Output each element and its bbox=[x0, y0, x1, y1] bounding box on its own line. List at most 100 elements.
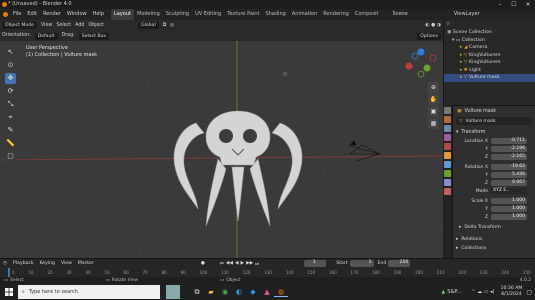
render-tab-icon[interactable] bbox=[444, 116, 451, 123]
world-tab-icon[interactable] bbox=[444, 143, 451, 150]
app-icon[interactable]: ▲ bbox=[260, 288, 274, 296]
task-view-icon[interactable]: ⧉ bbox=[190, 288, 204, 297]
rotation-z-field[interactable]: 0.067 bbox=[491, 179, 527, 187]
timeline-editor-icon[interactable]: ◷ bbox=[0, 261, 10, 266]
measure-tool-icon[interactable]: 📏 bbox=[5, 138, 16, 149]
proportional-edit-icon[interactable]: ◎ bbox=[168, 21, 176, 31]
collections-section[interactable]: ▸ Collections bbox=[453, 244, 535, 253]
tab-shading[interactable]: Shading bbox=[262, 9, 288, 20]
outliner-row-vulture-mask[interactable]: ▸ ▽ Vulture mask bbox=[444, 74, 535, 82]
camera-view-icon[interactable]: ▣ bbox=[428, 106, 439, 117]
material-tab-icon[interactable] bbox=[444, 188, 451, 195]
edge-icon[interactable]: ◐ bbox=[232, 288, 246, 296]
pan-hand-icon[interactable]: ✋ bbox=[428, 94, 439, 105]
location-y-field[interactable]: -2.196 bbox=[491, 145, 527, 153]
menu-edit[interactable]: Edit bbox=[24, 9, 40, 20]
windows-start-icon[interactable] bbox=[0, 284, 18, 300]
playhead[interactable] bbox=[8, 268, 10, 277]
menu-window[interactable]: Window bbox=[64, 9, 90, 20]
system-tray-icons[interactable]: ⌃ ☁ ▭ ◂) bbox=[471, 289, 494, 295]
rotate-tool-icon[interactable]: ⟳ bbox=[5, 86, 16, 97]
prev-key-icon[interactable]: ◀◀ bbox=[225, 261, 234, 266]
filter-icon[interactable]: ▽ bbox=[446, 22, 450, 27]
scale-tool-icon[interactable]: ⤡ bbox=[5, 99, 16, 110]
timeline-ruler[interactable]: 0 10 20 30 40 50 60 70 80 90 100 110 120 130 140 150 160… bbox=[0, 268, 535, 277]
jump-end-icon[interactable]: ⏭ bbox=[254, 261, 260, 267]
object-tab-icon[interactable] bbox=[444, 152, 451, 159]
navigation-gizmo[interactable] bbox=[403, 44, 439, 80]
cursor-tool-icon[interactable]: ⊙ bbox=[5, 60, 16, 71]
outliner-row-scene-collection[interactable]: ▣ Scene Collection bbox=[444, 29, 535, 37]
record-icon[interactable]: ● bbox=[199, 261, 207, 266]
taskbar-search-box[interactable]: ⌕ Type here to search bbox=[18, 285, 160, 299]
drag-dropdown[interactable]: Select Box bbox=[78, 32, 109, 40]
tab-compositing[interactable]: Composit bbox=[352, 9, 382, 20]
annotate-tool-icon[interactable]: ✎ bbox=[5, 125, 16, 136]
3d-viewport[interactable]: User Perspective (1) Collection | Vultur… bbox=[0, 41, 443, 258]
add-cube-tool-icon[interactable]: ▢ bbox=[5, 151, 16, 162]
taskbar-clock[interactable]: 10:36 AM 8/1/2024 bbox=[501, 286, 523, 298]
next-key-icon[interactable]: ▶▶ bbox=[245, 261, 254, 266]
grid-icon[interactable]: ▦ bbox=[428, 118, 439, 129]
end-frame-field[interactable]: 250 bbox=[388, 260, 411, 267]
tab-sculpting[interactable]: Sculpting bbox=[163, 9, 192, 20]
viewlayer-selector[interactable]: ViewLayer bbox=[451, 9, 483, 20]
scale-x-field[interactable]: 1.000 bbox=[491, 197, 527, 205]
menu-help[interactable]: Help bbox=[90, 9, 107, 20]
outliner-row-collection[interactable]: ▾ ▭ Collection bbox=[444, 37, 535, 45]
options-dropdown[interactable]: Options bbox=[417, 32, 441, 40]
start-frame-field[interactable]: 1 bbox=[349, 260, 374, 267]
viewport-shading-icons[interactable]: ◐ ● ◑ bbox=[423, 21, 443, 31]
location-x-field[interactable]: -0.711 bbox=[491, 137, 527, 145]
menu-add[interactable]: Add bbox=[73, 21, 86, 31]
notification-icon[interactable]: ▢ bbox=[526, 289, 535, 296]
object-name-field[interactable]: ▽ Vulture mask bbox=[456, 117, 532, 125]
minimize-icon[interactable]: – bbox=[493, 0, 507, 9]
maximize-icon[interactable]: ☐ bbox=[507, 0, 521, 9]
rotation-mode-dropdown[interactable]: XYZ E.. bbox=[491, 187, 527, 195]
location-z-field[interactable]: -2.165 bbox=[491, 153, 527, 161]
blender-taskbar-icon[interactable]: ◍ bbox=[274, 288, 288, 297]
orientation-dropdown[interactable]: Default bbox=[34, 32, 58, 40]
menu-playback[interactable]: Playback bbox=[10, 261, 37, 266]
tab-layout[interactable]: Layout bbox=[111, 9, 134, 20]
tab-texture-paint[interactable]: Texture Paint bbox=[224, 9, 262, 20]
store-icon[interactable]: ◆ bbox=[246, 288, 260, 296]
close-icon[interactable]: ✕ bbox=[521, 0, 535, 9]
snap-icon[interactable]: ⧉ bbox=[161, 21, 168, 31]
menu-marker[interactable]: Marker bbox=[75, 261, 97, 266]
tool-tab-icon[interactable] bbox=[444, 107, 451, 114]
scale-y-field[interactable]: 1.000 bbox=[491, 205, 527, 213]
tab-rendering[interactable]: Rendering bbox=[320, 9, 352, 20]
rotation-x-field[interactable]: -19.62 bbox=[491, 163, 527, 171]
outliner-row-kingvulture-1[interactable]: ▸ ▽ KingVulturem bbox=[444, 52, 535, 60]
tab-uv-editing[interactable]: UV Editing bbox=[192, 9, 224, 20]
constraints-tab-icon[interactable] bbox=[444, 179, 451, 186]
menu-timeline-view[interactable]: View bbox=[58, 261, 75, 266]
chrome-icon[interactable]: ◉ bbox=[218, 288, 232, 296]
current-frame-field[interactable]: 1 bbox=[304, 260, 327, 267]
modifier-tab-icon[interactable] bbox=[444, 161, 451, 168]
scene-tab-icon[interactable] bbox=[444, 134, 451, 141]
move-tool-icon[interactable]: ✥ bbox=[5, 73, 16, 84]
zoom-icon[interactable]: ⊕ bbox=[428, 82, 439, 93]
tweak-tool-icon[interactable]: ↖ bbox=[5, 47, 16, 58]
menu-object[interactable]: Object bbox=[86, 21, 106, 31]
transform-tool-icon[interactable]: ⌖ bbox=[5, 112, 16, 123]
menu-file[interactable]: File bbox=[10, 9, 24, 20]
transform-orientation-dropdown[interactable]: Global bbox=[138, 22, 159, 29]
stock-widget[interactable]: S&P... bbox=[447, 289, 461, 295]
output-tab-icon[interactable] bbox=[444, 125, 451, 132]
tab-animation[interactable]: Animation bbox=[289, 9, 321, 20]
transform-section-header[interactable]: ▾ Transform bbox=[453, 128, 535, 137]
outliner-row-camera[interactable]: ▸ ◢ Camera bbox=[444, 44, 535, 52]
blender-menu-icon[interactable] bbox=[0, 9, 10, 20]
menu-view[interactable]: View bbox=[39, 21, 54, 31]
pinned-app-thumbnail[interactable] bbox=[166, 285, 180, 299]
outliner-row-kingvulture-2[interactable]: ▸ ▽ KingVulturem bbox=[444, 59, 535, 67]
scene-selector[interactable]: Scene bbox=[389, 9, 410, 20]
file-explorer-icon[interactable]: ▰ bbox=[204, 288, 218, 296]
menu-keying[interactable]: Keying bbox=[37, 261, 58, 266]
delta-transform-section[interactable]: ▸ Delta Transform bbox=[453, 223, 535, 232]
menu-render[interactable]: Render bbox=[40, 9, 64, 20]
